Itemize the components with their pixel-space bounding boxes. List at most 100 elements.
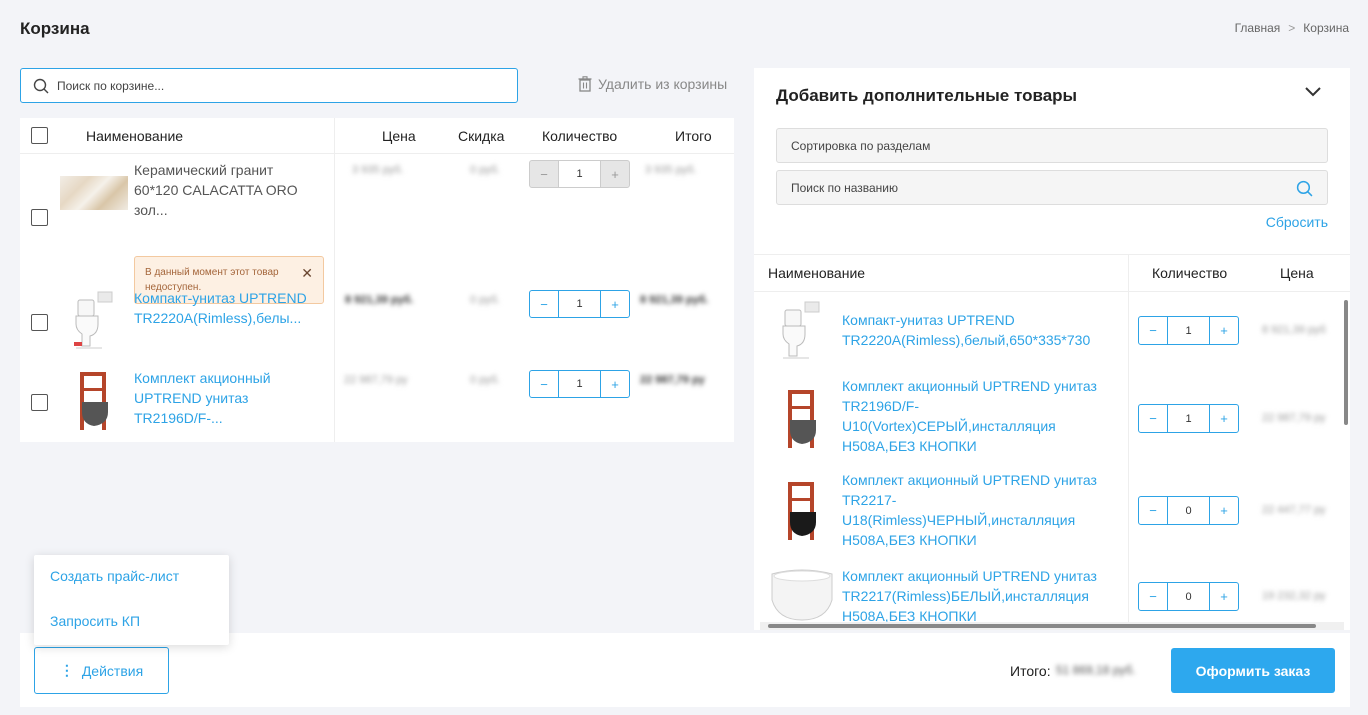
quantity-value[interactable]: 1	[1167, 317, 1210, 344]
table-row: Компакт-унитаз UPTREND TR2220A(Rimless),…	[20, 284, 734, 360]
add-products-panel: Добавить дополнительные товары Сортировк…	[754, 68, 1350, 630]
price-value: 22 987,79 ру	[1262, 412, 1326, 424]
discount-value: 0 руб.	[470, 294, 501, 306]
actions-button[interactable]: ⋮ Действия	[34, 647, 169, 694]
list-item: Компакт-унитаз UPTREND TR2220A(Rimless),…	[754, 298, 1344, 368]
select-all-checkbox[interactable]	[31, 127, 48, 144]
actions-label: Действия	[81, 662, 144, 679]
quantity-value[interactable]: 1	[1167, 405, 1210, 432]
page-title: Корзина	[20, 19, 90, 38]
row-checkbox[interactable]	[31, 394, 48, 411]
product-name[interactable]: Керамический гранит 60*120 CALACATTA ORO…	[134, 160, 314, 220]
price-value: 19 232,32 ру	[1262, 590, 1326, 602]
quantity-stepper: − 1 +	[529, 370, 630, 398]
quantity-value[interactable]: 1	[558, 371, 601, 397]
delete-from-cart-button[interactable]: Удалить из корзины	[578, 76, 727, 92]
place-order-button[interactable]: Оформить заказ	[1171, 648, 1335, 693]
minus-button[interactable]: −	[530, 371, 558, 397]
minus-button: −	[540, 166, 548, 182]
row-checkbox[interactable]	[31, 314, 48, 331]
column-name: Наименование	[768, 265, 866, 281]
close-icon[interactable]: ✕	[301, 266, 313, 281]
total-amount: 51 869,18 руб.	[1056, 663, 1136, 677]
product-name-link[interactable]: Компакт-унитаз UPTREND TR2220A(Rimless),…	[842, 310, 1112, 350]
list-item: Комплект акционный UPTREND унитаз TR2217…	[754, 466, 1344, 554]
breadcrumb-current: Корзина	[1303, 21, 1349, 35]
product-name-link[interactable]: Комплект акционный UPTREND унитаз TR2196…	[842, 376, 1112, 456]
chevron-right-icon: >	[1288, 21, 1296, 35]
column-name: Наименование	[86, 128, 184, 144]
installation-image	[782, 480, 822, 542]
cart-table: Наименование Цена Скидка Количество Итог…	[20, 118, 734, 442]
more-vertical-icon: ⋮	[59, 662, 74, 678]
quantity-stepper: − 1 +	[529, 160, 630, 188]
horizontal-scrollbar[interactable]	[760, 622, 1344, 630]
list-item: Комплект акционный UPTREND унитаз TR2196…	[754, 374, 1344, 462]
reset-link[interactable]: Сбросить	[1266, 214, 1328, 230]
minus-button[interactable]: −	[1139, 583, 1167, 610]
product-name-link[interactable]: Комплект акционный UPTREND унитаз TR2196…	[134, 368, 314, 428]
minus-button[interactable]: −	[1139, 405, 1167, 432]
breadcrumb-home[interactable]: Главная	[1235, 21, 1281, 35]
discount-value: 0 руб.	[470, 374, 501, 386]
menu-item-request-quote[interactable]: Запросить КП	[50, 613, 140, 629]
cart-search-input[interactable]	[57, 78, 477, 93]
sort-by-section-select[interactable]: Сортировка по разделам	[776, 128, 1328, 163]
minus-button[interactable]: −	[1139, 497, 1167, 524]
quantity-value[interactable]: 1	[558, 291, 601, 317]
cart-search[interactable]	[20, 68, 518, 103]
breadcrumb: Главная > Корзина	[1235, 21, 1349, 35]
search-icon[interactable]	[1296, 180, 1313, 197]
plus-button[interactable]: +	[1210, 497, 1238, 524]
minus-button[interactable]: −	[1139, 317, 1167, 344]
plus-button[interactable]: +	[1210, 317, 1238, 344]
quantity-stepper: − 1 +	[1138, 316, 1239, 345]
toilet-image	[768, 568, 836, 622]
table-row: Керамический гранит 60*120 CALACATTA ORO…	[20, 154, 734, 304]
name-search-input[interactable]	[791, 180, 1271, 195]
product-image	[60, 176, 128, 210]
plus-button[interactable]: +	[1210, 405, 1238, 432]
total-value: 3 935 руб.	[645, 164, 697, 176]
horizontal-scrollbar-thumb[interactable]	[768, 624, 1316, 628]
product-name-link[interactable]: Компакт-унитаз UPTREND TR2220A(Rimless),…	[134, 288, 314, 328]
name-search[interactable]	[776, 170, 1328, 205]
price-value: 22 987,79 ру	[344, 374, 408, 386]
actions-menu: Создать прайс-лист Запросить КП	[34, 555, 229, 645]
plus-button[interactable]: +	[601, 291, 629, 317]
sort-by-section-label: Сортировка по разделам	[791, 138, 931, 153]
chevron-down-icon[interactable]	[1304, 86, 1322, 98]
quantity-value: 1	[558, 161, 601, 187]
row-checkbox[interactable]	[31, 209, 48, 226]
cart-table-header: Наименование Цена Скидка Количество Итог…	[20, 118, 734, 154]
column-discount: Скидка	[458, 128, 505, 144]
add-products-title: Добавить дополнительные товары	[776, 86, 1078, 105]
price-value: 3 935 руб.	[352, 164, 404, 176]
installation-image	[782, 388, 822, 450]
quantity-stepper: − 1 +	[529, 290, 630, 318]
quantity-stepper: − 1 +	[1138, 404, 1239, 433]
plus-button[interactable]: +	[601, 371, 629, 397]
discount-value: 0 руб.	[470, 164, 501, 176]
search-icon	[33, 78, 49, 93]
column-quantity: Количество	[1152, 265, 1228, 281]
column-total: Итого	[675, 128, 712, 144]
price-value: 22 447,77 ру	[1262, 504, 1326, 516]
toilet-image	[778, 300, 822, 362]
total-label: Итого:	[1010, 663, 1051, 679]
quantity-value[interactable]: 0	[1167, 497, 1210, 524]
price-value: 8 921,39 руб.	[345, 294, 414, 306]
menu-item-create-price-list[interactable]: Создать прайс-лист	[50, 568, 179, 584]
minus-button[interactable]: −	[530, 291, 558, 317]
installation-image	[74, 370, 114, 432]
quantity-value[interactable]: 0	[1167, 583, 1210, 610]
plus-button[interactable]: +	[1210, 583, 1238, 610]
top-bar: Корзина Главная > Корзина	[0, 0, 1368, 58]
delete-from-cart-label: Удалить из корзины	[598, 76, 728, 92]
quantity-stepper: − 0 +	[1138, 582, 1239, 611]
vertical-scrollbar[interactable]	[1344, 300, 1348, 425]
trash-icon	[578, 76, 592, 92]
product-name-link[interactable]: Комплект акционный UPTREND унитаз TR2217…	[842, 470, 1112, 550]
product-name-link[interactable]: Комплект акционный UPTREND унитаз TR2217…	[842, 566, 1112, 622]
quantity-stepper: − 0 +	[1138, 496, 1239, 525]
